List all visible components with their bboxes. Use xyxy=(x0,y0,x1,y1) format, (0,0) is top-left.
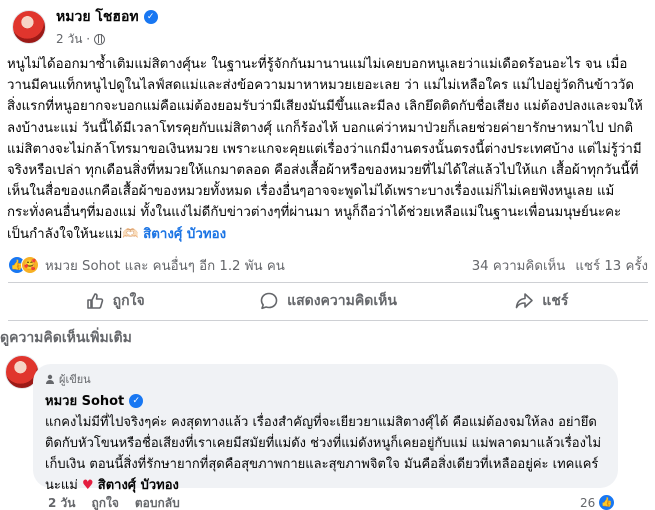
engagement-counts: 34 ความคิดเห็น แชร์ 13 ครั้ง xyxy=(472,255,648,276)
post-text: หนูไม่ได้ออกมาซ้ำเติมแม่สิตางศุ์นะ ในฐาน… xyxy=(7,57,643,242)
comment-reply-button[interactable]: ตอบกลับ xyxy=(135,494,180,510)
like-label: ถูกใจ xyxy=(112,293,145,309)
author-avatar[interactable] xyxy=(12,10,46,44)
post-body: หนูไม่ได้ออกมาซ้ำเติมแม่สิตางศุ์นะ ในฐาน… xyxy=(7,54,647,245)
comment-mention[interactable]: สิตางศุ์ บัวทอง xyxy=(98,478,179,493)
comment-text-block: แกคงไม่มีที่ไปจริงๆค่ะ คงสุดทางแล้ว เรื่… xyxy=(45,412,606,496)
thumbs-up-icon xyxy=(86,293,103,309)
post-meta: 2 วัน · xyxy=(56,30,158,49)
divider xyxy=(8,282,648,283)
post-mention[interactable]: สิตางศุ์ บัวทอง xyxy=(143,227,226,242)
comment-icon xyxy=(260,292,278,310)
heart-icon: ♥ xyxy=(81,478,94,493)
care-reaction-icon[interactable]: 🥰 xyxy=(21,256,39,274)
comment-time[interactable]: 2 วัน xyxy=(48,494,75,510)
globe-icon xyxy=(94,33,106,45)
author-badge: ผู้เขียน xyxy=(45,370,606,388)
verified-badge-icon: ✓ xyxy=(143,9,158,24)
comments-count[interactable]: 34 ความคิดเห็น xyxy=(472,255,566,276)
comment-reaction-number: 26 xyxy=(580,495,596,510)
post-time[interactable]: 2 วัน · xyxy=(56,30,90,49)
share-button[interactable]: แชร์ xyxy=(435,285,648,317)
post-header-text: หมวย โชฮอท ✓ 2 วัน · xyxy=(56,6,158,49)
post-actions: ถูกใจ แสดงความคิดเห็น แชร์ xyxy=(8,285,648,317)
comment-footer: 2 วัน ถูกใจ ตอบกลับ xyxy=(48,494,180,510)
comment-bubble: ผู้เขียน หมวย Sohot ✓ แกคงไม่มีที่ไปจริง… xyxy=(33,364,618,493)
share-label: แชร์ xyxy=(542,293,569,309)
comment-label: แสดงความคิดเห็น xyxy=(287,293,397,309)
post-header: หมวย โชฮอท ✓ 2 วัน · xyxy=(12,6,158,48)
person-icon xyxy=(46,374,54,384)
shares-count[interactable]: แชร์ 13 ครั้ง xyxy=(575,255,648,276)
comment-like-button[interactable]: ถูกใจ xyxy=(91,494,118,510)
share-icon xyxy=(515,293,534,309)
author-badge-label: ผู้เขียน xyxy=(59,373,91,386)
comment-author-row: หมวย Sohot ✓ xyxy=(45,390,606,411)
like-reaction-icon: 👍 xyxy=(598,494,616,510)
comment-reaction-count[interactable]: 26 👍 xyxy=(580,494,616,510)
reactions-row: 👍 🥰 หมวย Sohot และ คนอื่นๆ อีก 1.2 พัน ค… xyxy=(8,254,648,276)
view-more-comments-link[interactable]: ดูความคิดเห็นเพิ่มเติม xyxy=(0,327,132,349)
verified-badge-icon: ✓ xyxy=(129,393,144,408)
comment-author-name[interactable]: หมวย Sohot xyxy=(45,390,124,411)
reaction-names[interactable]: หมวย Sohot และ คนอื่นๆ อีก 1.2 พัน คน xyxy=(45,255,285,276)
divider xyxy=(8,320,648,321)
comment-button[interactable]: แสดงความคิดเห็น xyxy=(221,285,434,317)
like-button[interactable]: ถูกใจ xyxy=(8,285,221,317)
author-row: หมวย โชฮอท ✓ xyxy=(56,6,158,28)
author-name[interactable]: หมวย โชฮอท xyxy=(56,6,139,28)
